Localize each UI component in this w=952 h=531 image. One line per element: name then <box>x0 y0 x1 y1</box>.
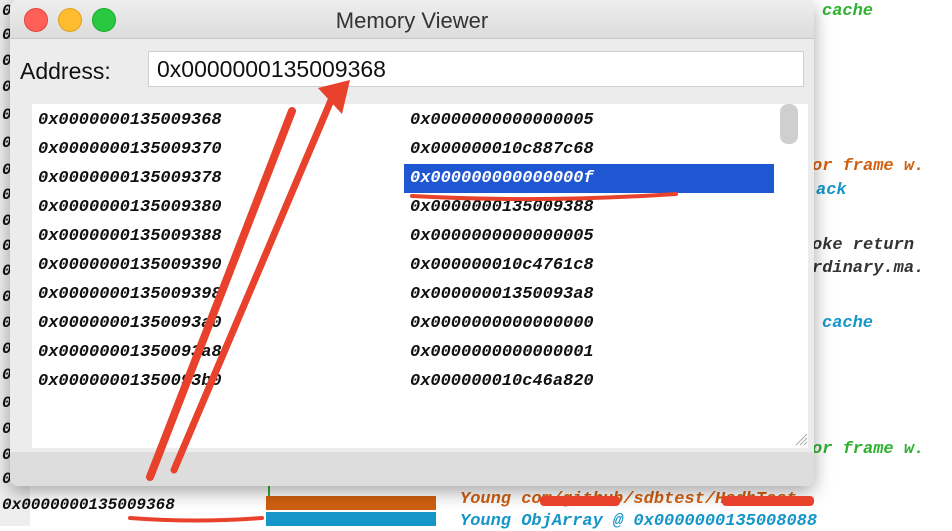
memory-value-cell[interactable]: 0x000000010c887c68 <box>404 135 774 164</box>
memory-row[interactable]: 0x0000000135009388 0x0000000000000005 <box>32 222 808 251</box>
memory-table: 0x0000000135009368 0x0000000000000005 0x00… <box>32 104 808 448</box>
code-cache-mid: cache <box>822 314 874 333</box>
stack-bottom-address[interactable]: 0x0000000135009368 <box>2 496 175 514</box>
memory-address-cell[interactable]: 0x0000000135009388 <box>38 222 222 251</box>
memory-row[interactable]: 0x00000001350093a8 0x0000000000000001 <box>32 338 808 367</box>
code-ack-line: ack <box>816 181 847 200</box>
memory-row[interactable]: 0x0000000135009378 0x000000000000000f <box>32 164 808 193</box>
memory-viewer-window: Memory Viewer Address: 0x000000013500936… <box>10 0 814 486</box>
memory-value-cell[interactable]: 0x0000000000000005 <box>404 222 774 251</box>
memory-value-cell-selected[interactable]: 0x000000000000000f <box>404 164 774 193</box>
stack-bar-blue <box>266 512 436 526</box>
memory-row[interactable]: 0x0000000135009370 0x000000010c887c68 <box>32 135 808 164</box>
code-cache-top: cache <box>822 2 874 21</box>
resize-grip-icon[interactable] <box>794 432 808 446</box>
memory-value-cell[interactable]: 0x0000000135009388 <box>404 193 774 222</box>
memory-address-cell[interactable]: 0x0000000135009380 <box>38 193 222 222</box>
memory-row[interactable]: 0x0000000135009398 0x00000001350093a8 <box>32 280 808 309</box>
memory-value-cell[interactable]: 0x0000000000000005 <box>404 106 774 135</box>
memory-address-cell[interactable]: 0x00000001350093a8 <box>38 338 222 367</box>
memory-address-cell[interactable]: 0x0000000135009398 <box>38 280 222 309</box>
code-frame-line-1: or frame w. <box>812 157 925 176</box>
memory-address-cell[interactable]: 0x0000000135009370 <box>38 135 222 164</box>
object-info-line-1: Young com/github/sdbtest/HsdbTest <box>460 490 797 509</box>
memory-row[interactable]: 0x0000000135009380 0x0000000135009388 <box>32 193 808 222</box>
scrollbar-thumb[interactable] <box>780 104 798 144</box>
title-bar[interactable]: Memory Viewer <box>10 0 814 39</box>
memory-value-cell[interactable]: 0x0000000000000000 <box>404 309 774 338</box>
memory-value-cell[interactable]: 0x0000000000000001 <box>404 338 774 367</box>
memory-address-cell[interactable]: 0x00000001350093a0 <box>38 309 222 338</box>
memory-row[interactable]: 0x00000001350093a0 0x0000000000000000 <box>32 309 808 338</box>
memory-row[interactable]: 0x00000001350093b0 0x000000010c46a820 <box>32 367 808 396</box>
memory-row[interactable]: 0x0000000135009368 0x0000000000000005 <box>32 106 808 135</box>
memory-address-cell[interactable]: 0x0000000135009390 <box>38 251 222 280</box>
memory-row[interactable]: 0x0000000135009390 0x000000010c4761c8 <box>32 251 808 280</box>
stack-bar-green <box>268 486 270 496</box>
code-frame-line-2: or frame w. <box>812 440 925 459</box>
memory-address-cell[interactable]: 0x0000000135009368 <box>38 106 222 135</box>
address-input[interactable] <box>148 51 804 87</box>
memory-address-cell[interactable]: 0x00000001350093b0 <box>38 367 222 396</box>
memory-value-cell[interactable]: 0x00000001350093a8 <box>404 280 774 309</box>
window-title: Memory Viewer <box>335 8 489 33</box>
memory-address-cell[interactable]: 0x0000000135009378 <box>38 164 222 193</box>
memory-value-cell[interactable]: 0x000000010c4761c8 <box>404 251 774 280</box>
memory-value-cell[interactable]: 0x000000010c46a820 <box>404 367 774 396</box>
status-bar <box>10 452 814 486</box>
object-info-line-2: Young ObjArray @ 0x0000000135008088 <box>460 512 818 531</box>
annotation-underline-address <box>128 516 264 523</box>
stack-bar-orange <box>266 496 436 510</box>
code-oke-return-line: oke return <box>812 236 915 255</box>
address-label: Address: <box>20 58 111 84</box>
code-rdinary-line: rdinary.ma. <box>812 259 925 278</box>
